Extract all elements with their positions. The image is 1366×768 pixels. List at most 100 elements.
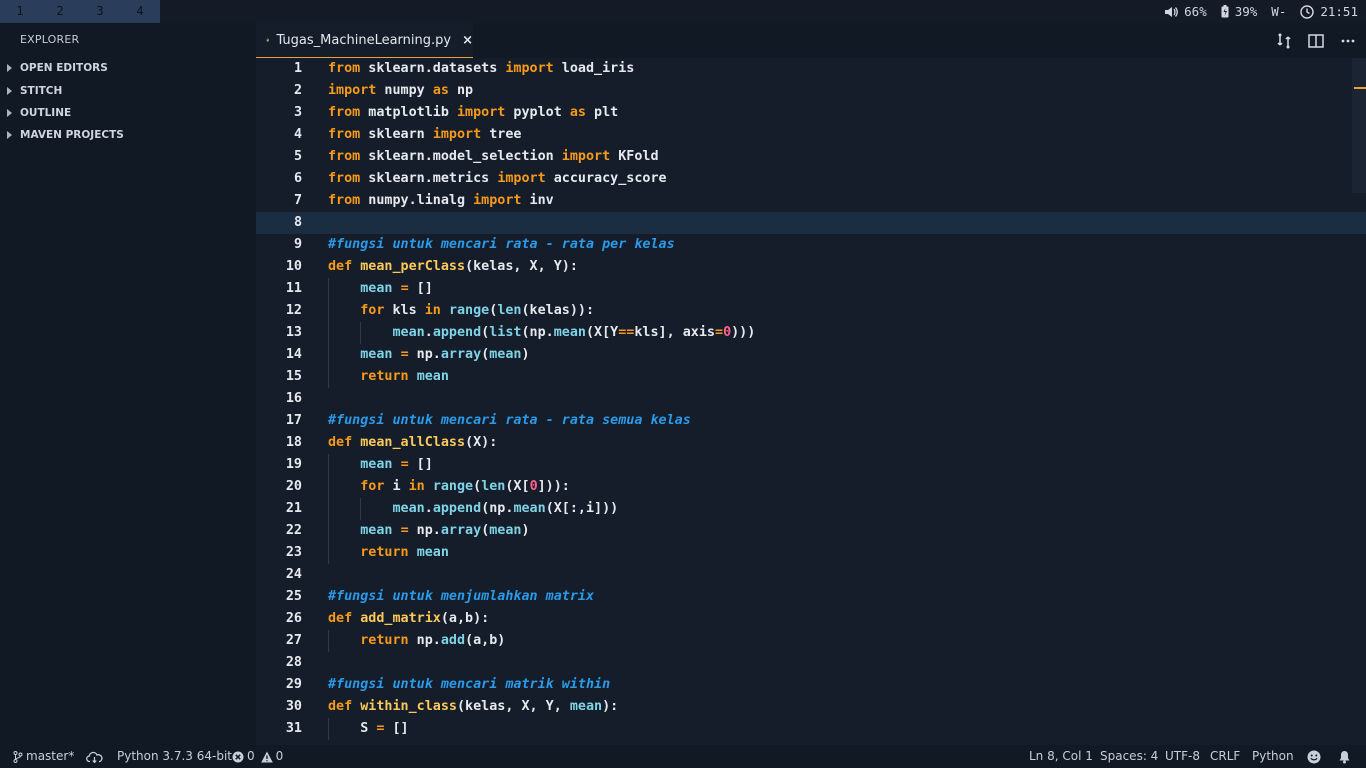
- code-line[interactable]: 24: [256, 564, 1366, 586]
- language-mode[interactable]: Python: [1252, 745, 1294, 768]
- line-number: 31: [285, 721, 302, 736]
- indentation-label: Spaces: 4: [1100, 749, 1159, 763]
- more-actions-icon[interactable]: [1339, 32, 1357, 50]
- code-line[interactable]: 27 return np.add(a,b): [256, 630, 1366, 652]
- line-number: 3: [293, 105, 302, 120]
- line-number: 2: [293, 83, 302, 98]
- code-line[interactable]: 8: [256, 212, 1366, 234]
- section-maven-projects[interactable]: MAVEN PROJECTS: [7, 125, 124, 145]
- line-number: 9: [293, 237, 302, 252]
- git-branch[interactable]: master*: [13, 745, 74, 768]
- cursor-label: Ln 8, Col 1: [1029, 749, 1093, 763]
- battery-level: 39%: [1234, 4, 1258, 19]
- code-line[interactable]: 30 def within_class(kelas, X, Y, mean):: [256, 696, 1366, 718]
- compare-changes-icon[interactable]: [1275, 32, 1293, 50]
- language-label: Python: [1252, 749, 1294, 763]
- code-line[interactable]: 17 #fungsi untuk mencari rata - rata semu…: [256, 410, 1366, 432]
- code-line[interactable]: 1 from sklearn.datasets import load_iris: [256, 58, 1366, 80]
- workspace-4-button[interactable]: 4: [120, 0, 160, 23]
- tab-close-icon[interactable]: ×: [462, 33, 473, 48]
- code-line[interactable]: 10 def mean_perClass(kelas, X, Y):: [256, 256, 1366, 278]
- clock[interactable]: 21:51: [1300, 4, 1358, 19]
- line-endings[interactable]: CRLF: [1210, 745, 1240, 768]
- code-line[interactable]: 4 from sklearn import tree: [256, 124, 1366, 146]
- battery-indicator[interactable]: 39%: [1221, 4, 1258, 19]
- line-number: 28: [285, 655, 302, 670]
- section-open-editors[interactable]: OPEN EDITORS: [7, 58, 108, 78]
- code-line[interactable]: 7 from numpy.linalg import inv: [256, 190, 1366, 212]
- code-line[interactable]: 5 from sklearn.model_selection import KFo…: [256, 146, 1366, 168]
- network-indicator[interactable]: W-: [1271, 4, 1286, 19]
- system-tray: 66% 39% W- 21:51: [1150, 0, 1358, 23]
- line-number: 25: [285, 589, 302, 604]
- volume-indicator[interactable]: 66%: [1164, 4, 1207, 19]
- code-text: for kls in range(len(kelas)):: [360, 303, 595, 318]
- workspace-3-button[interactable]: 3: [80, 0, 120, 23]
- code-line[interactable]: 13 mean.append(list(np.mean(X[Y==kls], a…: [256, 322, 1366, 344]
- code-line[interactable]: 16: [256, 388, 1366, 410]
- interpreter-label: Python 3.7.3 64-bit: [117, 749, 233, 763]
- line-number: 27: [285, 633, 302, 648]
- line-number: 13: [285, 325, 302, 340]
- code-line[interactable]: 11 mean = []: [256, 278, 1366, 300]
- split-editor-icon[interactable]: [1307, 32, 1325, 50]
- indentation[interactable]: Spaces: 4: [1100, 745, 1158, 768]
- code-text: return mean: [360, 545, 449, 560]
- cursor-position[interactable]: Ln 8, Col 1: [1029, 745, 1093, 768]
- code-line[interactable]: 31 S = []: [256, 718, 1366, 740]
- encoding[interactable]: UTF-8: [1165, 745, 1200, 768]
- line-number: 22: [285, 523, 302, 538]
- code-text: from matplotlib import pyplot as plt: [328, 105, 619, 120]
- error-icon: [232, 751, 244, 762]
- code-text: def mean_allClass(X):: [328, 435, 498, 450]
- code-line[interactable]: 26 def add_matrix(a,b):: [256, 608, 1366, 630]
- code-line[interactable]: 28: [256, 652, 1366, 674]
- line-number: 17: [285, 413, 302, 428]
- system-top-bar: 1 2 3 4 66% 39% W- 21:51: [0, 0, 1366, 23]
- smiley-icon: [1307, 750, 1321, 763]
- line-number: 24: [285, 567, 302, 582]
- sync-button[interactable]: [86, 745, 106, 768]
- python-interpreter[interactable]: Python 3.7.3 64-bit: [117, 745, 232, 768]
- code-line[interactable]: 3 from matplotlib import pyplot as plt: [256, 102, 1366, 124]
- warning-count: 0: [275, 749, 284, 763]
- code-line[interactable]: 23 return mean: [256, 542, 1366, 564]
- python-file-icon: [266, 38, 270, 42]
- notifications-button[interactable]: [1338, 745, 1354, 768]
- cloud-sync-icon: [86, 751, 103, 763]
- code-line[interactable]: 12 for kls in range(len(kelas)):: [256, 300, 1366, 322]
- code-line[interactable]: 14 mean = np.array(mean): [256, 344, 1366, 366]
- code-text: from sklearn import tree: [328, 127, 522, 142]
- code-line[interactable]: 6 from sklearn.metrics import accuracy_sc…: [256, 168, 1366, 190]
- code-line[interactable]: 21 mean.append(np.mean(X[:,i])): [256, 498, 1366, 520]
- code-editor[interactable]: 1 from sklearn.datasets import load_iris 2…: [256, 58, 1366, 745]
- code-text: mean.append(list(np.mean(X[Y==kls], axis…: [392, 325, 756, 340]
- line-number: 8: [293, 215, 302, 230]
- code-line[interactable]: 20 for i in range(len(X[0])):: [256, 476, 1366, 498]
- tab-active-file[interactable]: Tugas_MachineLearning.py ×: [256, 23, 473, 58]
- code-line[interactable]: 29 #fungsi untuk mencari matrik within: [256, 674, 1366, 696]
- feedback-button[interactable]: [1307, 745, 1324, 768]
- code-text: mean = []: [360, 457, 433, 472]
- code-line[interactable]: 15 return mean: [256, 366, 1366, 388]
- code-line[interactable]: 9 #fungsi untuk mencari rata - rata per k…: [256, 234, 1366, 256]
- section-outline[interactable]: OUTLINE: [7, 103, 71, 123]
- code-line[interactable]: 25 #fungsi untuk menjumlahkan matrix: [256, 586, 1366, 608]
- code-line[interactable]: 22 mean = np.array(mean): [256, 520, 1366, 542]
- code-line[interactable]: 18 def mean_allClass(X):: [256, 432, 1366, 454]
- line-number: 10: [285, 259, 302, 274]
- workspace-1-button[interactable]: 1: [0, 0, 40, 23]
- code-text: import numpy as np: [328, 83, 474, 98]
- code-text: for i in range(len(X[0])):: [360, 479, 570, 494]
- section-stitch[interactable]: STITCH: [7, 81, 62, 101]
- line-number: 16: [285, 391, 302, 406]
- chevron-right-icon: [7, 87, 12, 95]
- problems-indicator[interactable]: 0 0: [232, 745, 283, 768]
- code-text: return np.add(a,b): [360, 633, 506, 648]
- workspace-2-button[interactable]: 2: [40, 0, 80, 23]
- line-number: 11: [285, 281, 302, 296]
- code-line[interactable]: 2 import numpy as np: [256, 80, 1366, 102]
- code-text: from numpy.linalg import inv: [328, 193, 554, 208]
- bell-icon: [1339, 750, 1350, 763]
- code-line[interactable]: 19 mean = []: [256, 454, 1366, 476]
